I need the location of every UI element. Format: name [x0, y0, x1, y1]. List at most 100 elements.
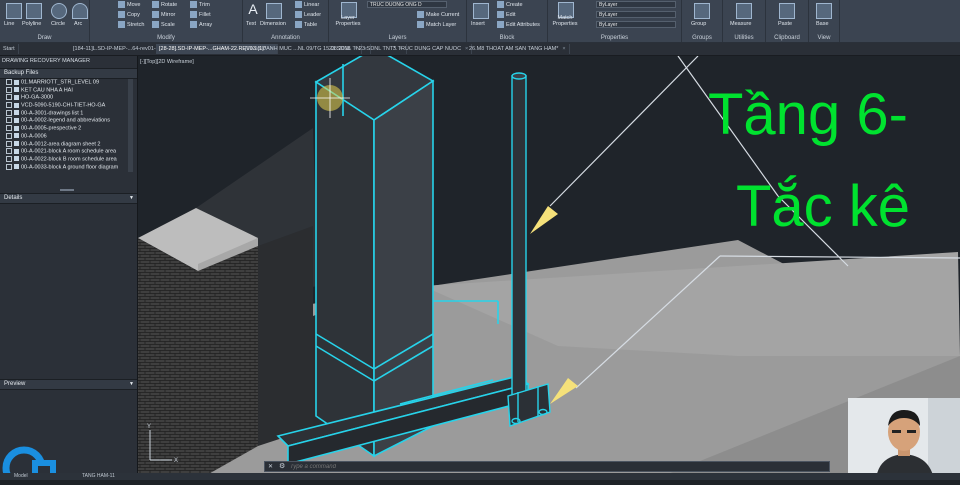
make-current-icon — [417, 11, 424, 18]
backup-file-label: 00-A-3001-drawings list 1 — [21, 110, 84, 117]
dimension-button[interactable]: Dimension — [260, 21, 286, 27]
preview-header[interactable]: Preview ▼ — [0, 379, 137, 390]
backup-file-item[interactable]: 00-A-0033-block A ground floor diagram — [0, 163, 128, 172]
expand-icon[interactable] — [6, 109, 12, 116]
expand-icon[interactable] — [6, 94, 12, 101]
expand-icon[interactable] — [6, 125, 12, 132]
arc-button[interactable]: Arc — [74, 21, 82, 27]
backup-file-item[interactable]: KET CAU NHA A HAI — [0, 86, 128, 95]
backup-file-label: 00-A-0033-block A ground floor diagram — [21, 164, 119, 171]
viewport-controls-label[interactable]: [-][Top][2D Wireframe] — [140, 59, 194, 65]
ribbon-group-label: View — [817, 35, 831, 41]
backup-file-label: 00-A-0012-area diagram sheet 2 — [21, 140, 101, 147]
expand-icon[interactable] — [6, 79, 12, 85]
backup-file-item[interactable]: VCD-5090-5190-CHI-TIET-HO-GA — [0, 102, 128, 110]
file-tab[interactable]: Start — [0, 44, 19, 54]
expand-icon[interactable] — [6, 163, 12, 170]
command-input[interactable] — [290, 462, 820, 471]
command-settings-icon[interactable]: ⚙ — [279, 462, 285, 470]
expand-icon[interactable] — [6, 148, 12, 155]
match-properties-button[interactable]: Match Properties — [550, 15, 580, 27]
dimension-icon[interactable] — [266, 3, 282, 19]
file-tab[interactable]: 3.TRUC DUNG CAP NUOC × — [390, 44, 473, 54]
collapse-arrow-icon[interactable]: ▼ — [129, 194, 134, 203]
layer-dropdown[interactable]: TRUC DUONG ONG D — [367, 1, 447, 8]
linear-icon — [295, 1, 302, 8]
trim-button[interactable]: Trim — [190, 1, 210, 8]
backup-file-item[interactable]: 00-A-0005-prespective 2 — [0, 125, 128, 133]
drawing-file-icon — [14, 133, 19, 139]
fillet-button[interactable]: Fillet — [190, 11, 211, 18]
edit-attributes-button[interactable]: Edit Attributes — [497, 21, 540, 28]
backup-file-item[interactable]: 00-A-0012-area diagram sheet 2 — [0, 140, 128, 149]
backup-file-item[interactable]: 00-A-0022-block B room schedule area — [0, 155, 128, 164]
expand-icon[interactable] — [6, 140, 12, 147]
collapse-arrow-icon[interactable]: ▼ — [129, 380, 134, 389]
circle-icon[interactable] — [51, 3, 67, 19]
expand-icon[interactable] — [6, 86, 12, 93]
linear-button[interactable]: Linear — [295, 1, 319, 8]
backup-file-item[interactable]: 00-A-3001-drawings list 1 — [0, 109, 128, 118]
text-icon[interactable]: A — [246, 2, 260, 16]
copy-button[interactable]: Copy — [118, 11, 140, 18]
file-list-scrollbar[interactable] — [128, 79, 133, 172]
base-button[interactable]: Base — [816, 21, 829, 27]
panel-splitter-handle[interactable] — [60, 189, 74, 191]
backup-file-item[interactable]: 00-A-0006 — [0, 132, 128, 141]
scale-button[interactable]: Scale — [152, 21, 175, 28]
expand-icon[interactable] — [6, 102, 12, 109]
color-dropdown[interactable]: ByLayer — [596, 1, 676, 8]
match-layer-button[interactable]: Match Layer — [417, 21, 456, 28]
polyline-icon[interactable] — [26, 3, 42, 19]
leader-button[interactable]: Leader — [295, 11, 321, 18]
move-label: Move — [127, 1, 141, 8]
arc-icon[interactable] — [72, 3, 88, 19]
expand-icon[interactable] — [6, 155, 12, 162]
ribbon-group-label: Groups — [692, 35, 712, 41]
paste-icon[interactable] — [779, 3, 795, 19]
table-button[interactable]: Table — [295, 21, 317, 28]
details-header[interactable]: Details ▼ — [0, 193, 137, 204]
circle-button[interactable]: Circle — [51, 21, 65, 27]
group-button[interactable]: Group — [691, 21, 706, 27]
close-icon[interactable]: ✕ — [268, 463, 273, 470]
text-button[interactable]: Text — [246, 21, 256, 27]
lineweight-dropdown[interactable]: ByLayer — [596, 21, 676, 28]
measure-icon[interactable] — [736, 3, 752, 19]
group-icon[interactable] — [694, 3, 710, 19]
base-icon[interactable] — [816, 3, 832, 19]
make-current-button[interactable]: Make Current — [417, 11, 459, 18]
ribbon-group-draw: Line Polyline Circle Arc Draw — [0, 0, 90, 42]
backup-files-header[interactable]: Backup Files — [0, 68, 137, 79]
mirror-button[interactable]: Mirror — [152, 11, 175, 18]
close-tab-icon[interactable]: × — [562, 46, 565, 52]
drawing-recovery-palette: DRAWING RECOVERY MANAGER Backup Files 01… — [0, 56, 138, 485]
backup-file-item[interactable]: HO-GA-3000 — [0, 94, 128, 102]
backup-file-item[interactable]: 00-A-0002-legend and abbreviations — [0, 117, 128, 125]
edit-block-button[interactable]: Edit — [497, 11, 515, 18]
drawing-file-icon — [14, 125, 19, 131]
polyline-button[interactable]: Polyline — [22, 21, 41, 27]
layer-properties-button[interactable]: Layer Properties — [335, 15, 361, 27]
insert-icon[interactable] — [473, 3, 489, 19]
layout-tab[interactable]: TANG HAM-11 — [82, 473, 115, 479]
rotate-button[interactable]: Rotate — [152, 1, 177, 8]
palette-title: DRAWING RECOVERY MANAGER — [2, 58, 90, 64]
copy-icon — [118, 11, 125, 18]
stretch-button[interactable]: Stretch — [118, 21, 144, 28]
line-icon[interactable] — [6, 3, 22, 19]
array-button[interactable]: Array — [190, 21, 212, 28]
expand-icon[interactable] — [6, 117, 12, 124]
move-button[interactable]: Move — [118, 1, 140, 8]
create-block-button[interactable]: Create — [497, 1, 523, 8]
linetype-dropdown[interactable]: ByLayer — [596, 11, 676, 18]
file-tab[interactable]: 26.M8 THOAT AM SAN TANG HAM* × — [466, 44, 570, 54]
expand-icon[interactable] — [6, 132, 12, 139]
measure-button[interactable]: Measure — [730, 21, 751, 27]
paste-button[interactable]: Paste — [778, 21, 792, 27]
backup-file-item[interactable]: 01.MARRIOTT_STR_LEVEL 09 — [0, 79, 128, 87]
line-button[interactable]: Line — [4, 21, 14, 27]
model-tab[interactable]: Model — [14, 473, 28, 479]
backup-file-item[interactable]: 00-A-0021-block A room schedule area — [0, 148, 128, 156]
insert-button[interactable]: Insert — [471, 21, 485, 27]
